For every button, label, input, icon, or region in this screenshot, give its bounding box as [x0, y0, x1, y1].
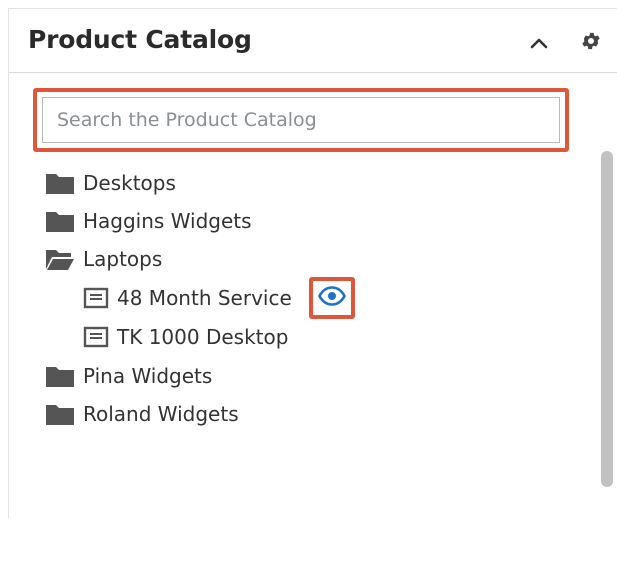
- panel-body: Desktops Haggins Widgets Laptops: [9, 73, 617, 579]
- product-icon: [83, 326, 109, 348]
- product-catalog-panel: Product Catalog Desktops: [8, 8, 617, 579]
- folder-icon: [45, 364, 75, 388]
- tree-item-label: Laptops: [83, 247, 163, 271]
- folder-icon: [45, 171, 75, 195]
- collapse-button[interactable]: [525, 29, 553, 57]
- product-icon: [83, 287, 109, 309]
- search-input[interactable]: [42, 97, 560, 143]
- tree-folder-laptops[interactable]: Laptops: [45, 244, 162, 274]
- tree-item-label: Desktops: [83, 171, 176, 195]
- preview-button[interactable]: [309, 277, 355, 319]
- chevron-up-icon: [530, 34, 548, 53]
- tree-product-48-month-service[interactable]: 48 Month Service: [83, 283, 292, 313]
- tree-folder-pina-widgets[interactable]: Pina Widgets: [45, 361, 212, 391]
- tree-item-label: TK 1000 Desktop: [117, 325, 289, 349]
- tree-item-label: Roland Widgets: [83, 402, 239, 426]
- tree-item-label: Haggins Widgets: [83, 209, 252, 233]
- folder-open-icon: [45, 247, 75, 271]
- tree-folder-roland-widgets[interactable]: Roland Widgets: [45, 399, 239, 429]
- scrollbar-thumb[interactable]: [601, 151, 613, 487]
- folder-icon: [45, 209, 75, 233]
- tree-folder-haggins-widgets[interactable]: Haggins Widgets: [45, 206, 252, 236]
- panel-title: Product Catalog: [28, 25, 252, 54]
- panel-header: Product Catalog: [9, 9, 617, 73]
- folder-icon: [45, 402, 75, 426]
- eye-icon: [318, 286, 346, 310]
- gear-icon: [580, 30, 602, 56]
- search-highlight-box: [33, 88, 569, 152]
- tree-item-label: 48 Month Service: [117, 286, 292, 310]
- settings-button[interactable]: [577, 29, 605, 57]
- tree-product-tk-1000-desktop[interactable]: TK 1000 Desktop: [83, 322, 288, 352]
- tree-folder-desktops[interactable]: Desktops: [45, 168, 176, 198]
- tree-item-label: Pina Widgets: [83, 364, 213, 388]
